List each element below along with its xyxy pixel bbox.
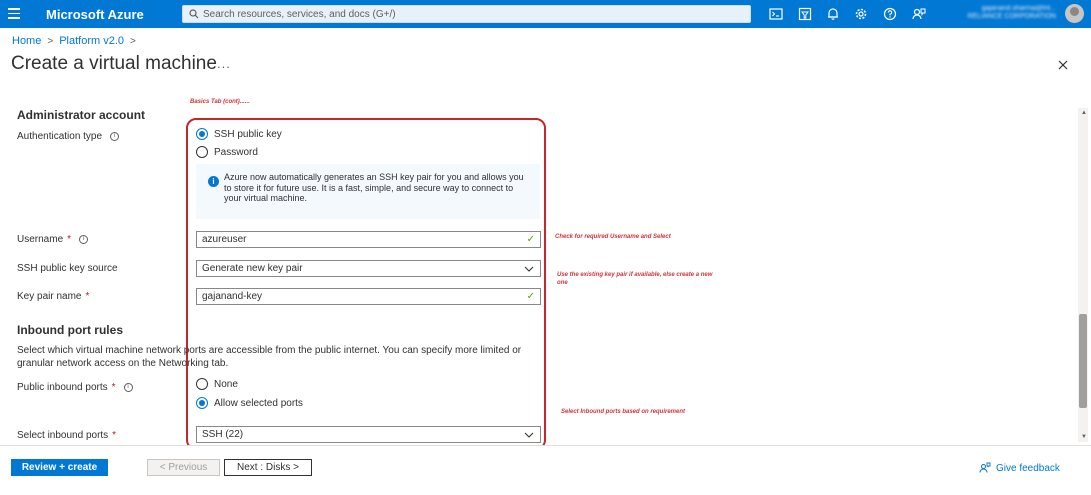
previous-button[interactable]: < Previous — [147, 459, 220, 476]
ssh-source-value: Generate new key pair — [202, 263, 303, 274]
username-value: azureuser — [202, 234, 247, 245]
public-ports-label: Public inbound ports * i — [17, 382, 133, 393]
auth-type-label: Authentication type i — [17, 131, 120, 142]
ssh-source-label-text: SSH public key source — [17, 263, 118, 274]
required-asterisk: * — [112, 430, 117, 441]
next-disks-button[interactable]: Next : Disks > — [224, 459, 312, 476]
annotation-username: Check for required Username and Select — [555, 234, 671, 240]
page-title: Create a virtual machine — [11, 53, 217, 74]
breadcrumb-platform-link[interactable]: Platform v2.0 — [59, 35, 124, 47]
info-icon[interactable]: i — [123, 383, 133, 392]
admin-account-heading: Administrator account — [17, 108, 146, 122]
breadcrumb-home-link[interactable]: Home — [12, 35, 41, 47]
chevron-down-icon — [524, 432, 534, 438]
required-asterisk: * — [111, 382, 116, 393]
keypair-value: gajanand-key — [202, 291, 263, 302]
user-email: gajanand.sharma@lnt... — [981, 5, 1056, 12]
close-icon[interactable] — [1056, 58, 1070, 72]
info-icon: i — [208, 176, 219, 187]
ssh-info-text: Azure now automatically generates an SSH… — [224, 172, 524, 203]
directory-filter-icon[interactable] — [797, 6, 813, 22]
auth-option-password[interactable]: Password — [196, 146, 258, 158]
info-icon[interactable]: i — [79, 235, 89, 244]
annotation-ports: Select Inbound ports based on requiremen… — [561, 409, 686, 415]
info-icon[interactable]: i — [110, 132, 120, 141]
ports-option-allow-label: Allow selected ports — [214, 397, 303, 409]
valid-check-icon: ✓ — [526, 234, 535, 245]
user-directory: RELIANCE CORPORATION — [967, 13, 1056, 20]
scrollbar-thumb[interactable] — [1079, 314, 1087, 408]
radio-selected-icon — [196, 128, 208, 140]
ports-option-none[interactable]: None — [196, 378, 238, 390]
auth-type-label-text: Authentication type — [17, 131, 103, 142]
public-ports-label-text: Public inbound ports — [17, 382, 108, 393]
keypair-label-text: Key pair name — [17, 291, 82, 302]
help-question-icon[interactable] — [882, 6, 898, 22]
select-ports-label-text: Select inbound ports — [17, 430, 109, 441]
chevron-down-icon — [524, 266, 534, 272]
inbound-rules-heading: Inbound port rules — [17, 323, 123, 337]
ssh-source-label: SSH public key source — [17, 263, 118, 274]
inbound-description: Select which virtual machine network por… — [17, 345, 522, 369]
brand-name[interactable]: Microsoft Azure — [46, 7, 144, 22]
breadcrumb-separator: > — [130, 35, 136, 47]
global-search-box[interactable] — [182, 5, 751, 23]
auth-option-ssh[interactable]: SSH public key — [196, 128, 282, 140]
select-ports-value: SSH (22) — [202, 429, 244, 440]
select-ports-label: Select inbound ports * — [17, 430, 116, 441]
username-label-text: Username — [17, 234, 64, 245]
cloud-shell-icon[interactable] — [768, 6, 784, 22]
give-feedback-label: Give feedback — [996, 462, 1060, 474]
more-options-button[interactable]: ... — [217, 56, 231, 71]
radio-unselected-icon — [196, 146, 208, 158]
review-create-button[interactable]: Review + create — [11, 459, 108, 476]
auth-option-ssh-label: SSH public key — [214, 128, 282, 140]
username-label: Username * i — [17, 234, 89, 245]
breadcrumb: Home > Platform v2.0 > — [12, 35, 136, 47]
user-account-info[interactable]: gajanand.sharma@lnt... RELIANCE CORPORAT… — [944, 5, 1056, 23]
avatar[interactable] — [1065, 4, 1084, 23]
annotation-keypair: Use the existing key pair if available, … — [557, 272, 713, 286]
radio-unselected-icon — [196, 378, 208, 390]
feedback-person-icon[interactable] — [911, 6, 927, 22]
ssh-source-dropdown[interactable]: Generate new key pair — [196, 260, 541, 277]
settings-gear-icon[interactable] — [853, 6, 869, 22]
ssh-info-message: i Azure now automatically generates an S… — [196, 164, 540, 219]
annotation-basics-tab: Basics Tab (cont)...... — [190, 99, 250, 105]
select-ports-dropdown[interactable]: SSH (22) — [196, 426, 541, 443]
hamburger-menu-icon[interactable] — [8, 8, 20, 20]
scroll-down-arrow-icon[interactable]: ▼ — [1081, 434, 1087, 440]
form-content: Administrator account Basics Tab (cont).… — [0, 96, 1078, 446]
radio-selected-icon — [196, 397, 208, 409]
valid-check-icon: ✓ — [526, 291, 535, 302]
username-field[interactable]: azureuser ✓ — [196, 231, 541, 248]
required-asterisk: * — [67, 234, 72, 245]
ports-option-none-label: None — [214, 378, 238, 390]
scroll-up-arrow-icon[interactable]: ▲ — [1081, 110, 1087, 116]
auth-option-password-label: Password — [214, 146, 258, 158]
footer-divider — [0, 445, 1091, 446]
notifications-bell-icon[interactable] — [825, 6, 841, 22]
keypair-label: Key pair name * — [17, 291, 89, 302]
ports-option-allow[interactable]: Allow selected ports — [196, 397, 303, 409]
keypair-name-field[interactable]: gajanand-key ✓ — [196, 288, 541, 305]
search-icon — [189, 9, 199, 19]
give-feedback-link[interactable]: Give feedback — [979, 462, 1060, 474]
breadcrumb-separator: > — [47, 35, 54, 47]
search-input[interactable] — [203, 7, 743, 22]
feedback-person-icon — [979, 462, 991, 473]
required-asterisk: * — [85, 291, 90, 302]
top-navigation-bar: Microsoft Azure gajanand.sharma@lnt... R… — [0, 0, 1091, 28]
